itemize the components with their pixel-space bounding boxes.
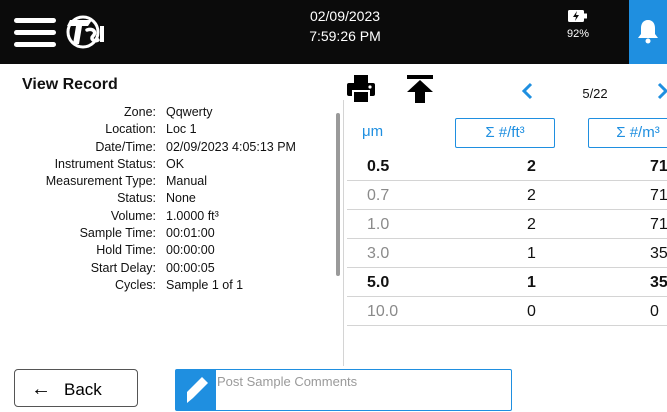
cell-m3: 35	[650, 274, 667, 291]
cell-ft3: 2	[527, 158, 536, 175]
cell-m3: 35	[650, 245, 667, 262]
cell-ft3: 1	[527, 274, 536, 291]
detail-label: Cycles:	[115, 277, 156, 292]
detail-label: Start Delay:	[90, 260, 156, 275]
tsi-logo	[62, 14, 108, 50]
column-header-size: μm	[362, 123, 384, 140]
cell-size: 0.5	[367, 158, 390, 175]
detail-row: Instrument Status: OK	[10, 156, 340, 173]
detail-value: Qqwerty	[166, 105, 213, 119]
detail-row: Measurement Type: Manual	[10, 173, 340, 190]
detail-label: Zone:	[124, 105, 156, 119]
notifications-button[interactable]	[629, 0, 667, 64]
detail-value: Manual	[166, 174, 207, 189]
detail-value: 00:00:05	[166, 260, 215, 275]
detail-label: Hold Time:	[96, 243, 156, 258]
detail-row: Hold Time: 00:00:00	[10, 242, 340, 259]
top-bar: 02/09/2023 7:59:26 PM 92%	[0, 0, 667, 64]
record-details: Zone: Qqwerty Location: Loc 1 Date/Time: 02/0…	[10, 104, 340, 294]
comments-placeholder: Post Sample Comments	[217, 374, 358, 389]
detail-label: Sample Time:	[79, 226, 156, 241]
detail-label: Date/Time:	[95, 139, 156, 154]
table-row: 0.7 2 71	[347, 181, 667, 210]
post-comments-field[interactable]: Post Sample Comments	[175, 369, 512, 411]
table-row: 10.0 0 0	[347, 297, 667, 326]
cell-size: 0.7	[367, 187, 390, 204]
detail-row: Location: Loc 1	[10, 121, 340, 138]
detail-value: Sample 1 of 1	[166, 277, 244, 292]
chevron-right-icon[interactable]	[655, 82, 667, 100]
battery-status: 92%	[558, 10, 598, 40]
cell-ft3: 2	[527, 216, 536, 233]
detail-value: OK	[166, 156, 185, 171]
cell-m3: 71	[650, 216, 667, 233]
cell-ft3: 0	[527, 303, 536, 320]
date-text: 02/09/2023	[309, 8, 381, 24]
arrow-to-top-icon[interactable]	[405, 74, 435, 104]
detail-row: Cycles: Sample 1 of 1	[10, 277, 340, 294]
detail-value: 00:00:00	[166, 243, 215, 258]
battery-percent: 92%	[566, 28, 590, 40]
detail-label: Volume:	[110, 208, 156, 223]
detail-label: Instrument Status:	[54, 156, 156, 171]
detail-row: Date/Time: 02/09/2023 4:05:13 PM	[10, 139, 340, 156]
hamburger-menu-icon[interactable]	[14, 18, 56, 48]
datetime-display: 02/09/2023 7:59:26 PM	[290, 6, 400, 46]
panel-divider	[343, 100, 344, 366]
detail-row: Zone: Qqwerty	[10, 104, 340, 121]
detail-row: Status: None	[10, 190, 340, 207]
detail-row: Volume: 1.0000 ft³	[10, 208, 340, 225]
detail-value: 00:01:00	[166, 226, 215, 241]
table-row: 5.0 1 35	[347, 268, 667, 297]
cell-ft3: 1	[527, 245, 536, 262]
detail-label: Location:	[105, 122, 156, 137]
time-text: 7:59:26 PM	[309, 28, 381, 44]
battery-charging-icon	[568, 10, 588, 22]
page-indicator: 5/22	[582, 86, 608, 101]
detail-value: 02/09/2023 4:05:13 PM	[166, 139, 296, 154]
detail-label: Measurement Type:	[45, 174, 156, 189]
detail-value: 1.0000 ft³	[166, 208, 219, 223]
table-row: 1.0 2 71	[347, 210, 667, 239]
printer-icon[interactable]	[346, 74, 376, 104]
page-title: View Record	[22, 76, 118, 93]
back-button[interactable]: ← Back	[14, 369, 138, 407]
cell-size: 1.0	[367, 216, 390, 233]
cell-ft3: 2	[527, 187, 536, 204]
chevron-left-icon[interactable]	[520, 82, 536, 100]
detail-value: Loc 1	[166, 122, 197, 137]
cell-size: 10.0	[367, 303, 399, 320]
table-row: 0.5 2 71	[347, 152, 667, 181]
particle-count-table: 0.5 2 71 0.7 2 71 1.0 2 71 3.0 1 35 5.0 1 35 10.0 0 0	[347, 152, 667, 326]
arrow-left-icon: ←	[31, 378, 51, 400]
column-header-ft3[interactable]: Σ #/ft³	[455, 118, 555, 148]
detail-value: None	[166, 191, 196, 206]
details-scrollbar[interactable]	[336, 113, 340, 276]
pencil-icon	[176, 370, 216, 410]
table-row: 3.0 1 35	[347, 239, 667, 268]
cell-m3: 71	[650, 158, 667, 175]
cell-m3: 0	[650, 303, 659, 320]
column-header-m3[interactable]: Σ #/m³	[588, 118, 667, 148]
detail-row: Start Delay: 00:00:05	[10, 260, 340, 277]
detail-label: Status:	[117, 191, 156, 206]
detail-row: Sample Time: 00:01:00	[10, 225, 340, 242]
back-button-label: Back	[64, 380, 102, 399]
bell-icon	[638, 20, 658, 44]
cell-size: 3.0	[367, 245, 390, 262]
cell-size: 5.0	[367, 274, 390, 291]
cell-m3: 71	[650, 187, 667, 204]
